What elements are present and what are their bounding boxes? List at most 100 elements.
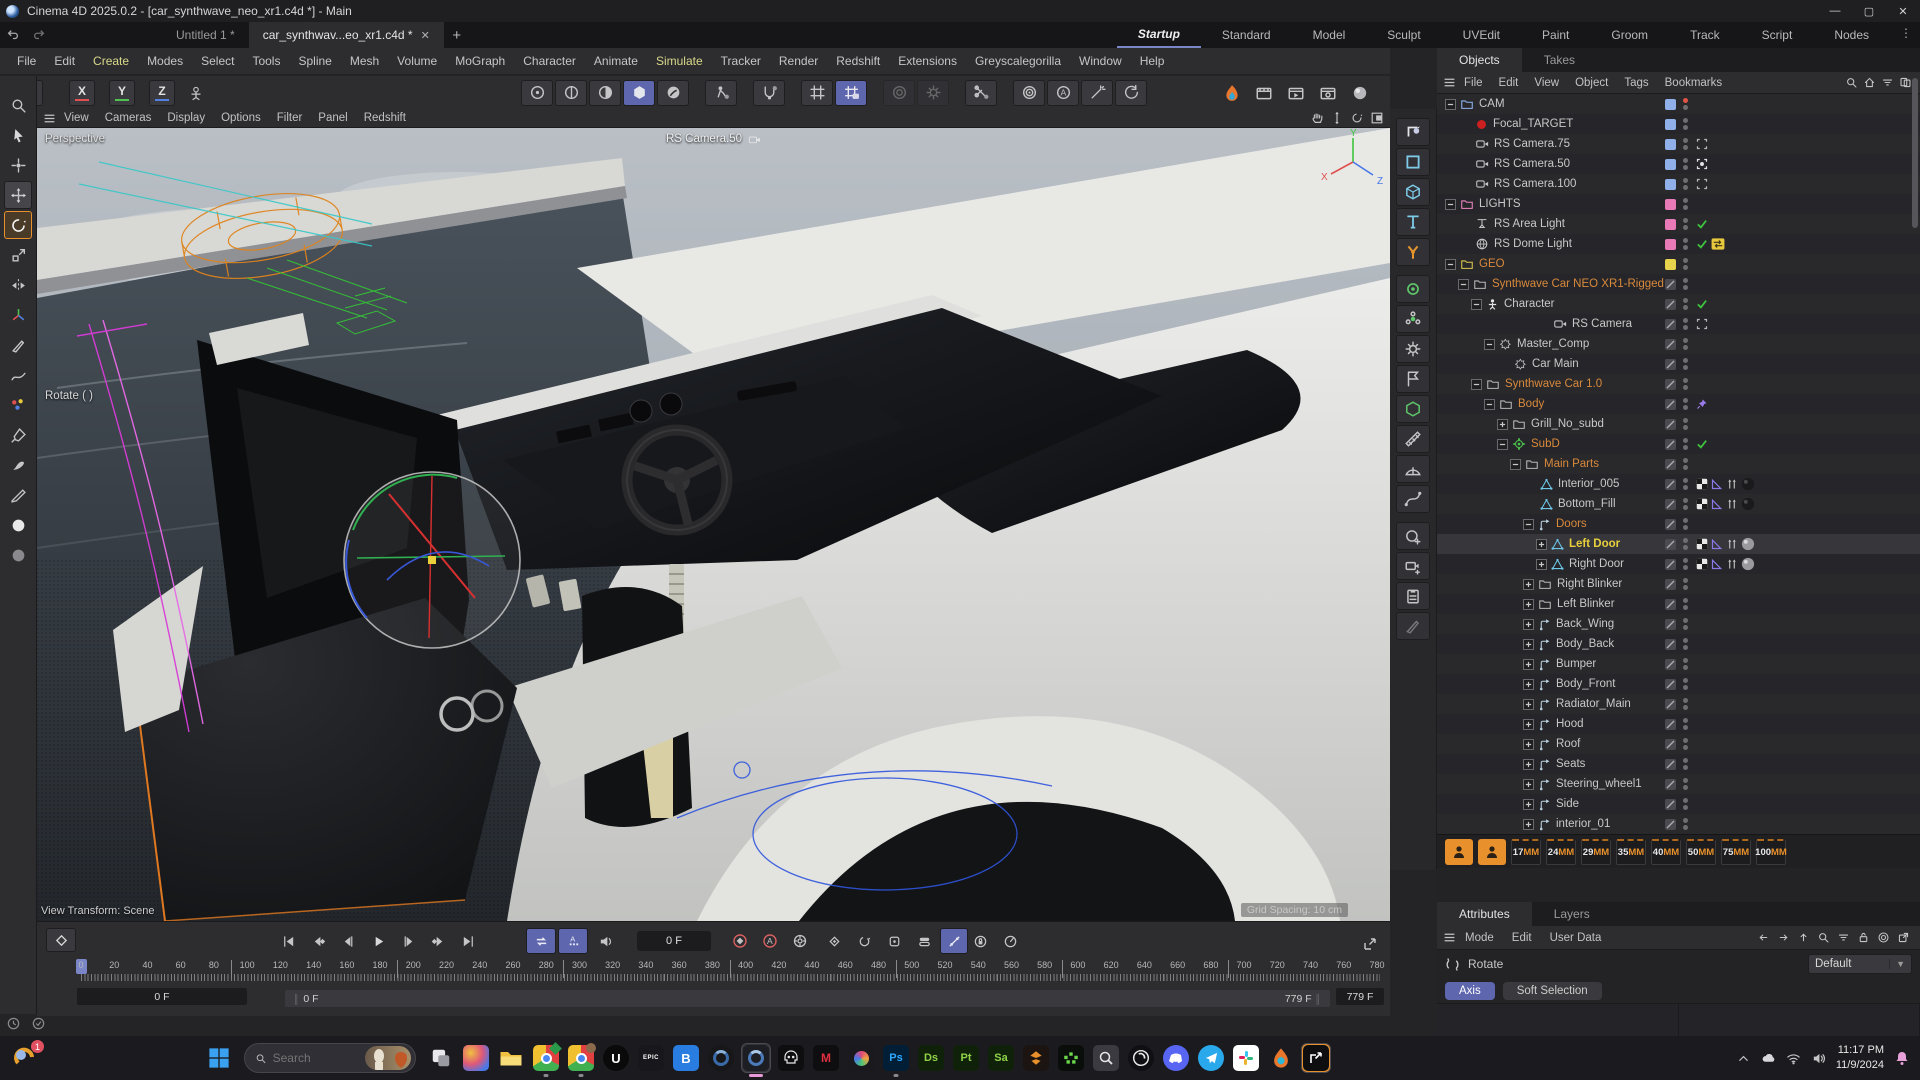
layer-chip[interactable] — [1665, 399, 1676, 410]
axis-lock-y[interactable]: Y — [109, 80, 135, 106]
tree-row[interactable]: Right Door — [1437, 554, 1920, 574]
sketch-tool-icon[interactable] — [4, 361, 32, 389]
visibility-dot-top[interactable] — [1683, 478, 1688, 483]
visibility-dots[interactable] — [1683, 318, 1688, 330]
visibility-dot-top[interactable] — [1683, 738, 1688, 743]
taskbar-app-photoshop[interactable]: Ps — [882, 1044, 910, 1072]
layout-tab-standard[interactable]: Standard — [1201, 22, 1292, 48]
visibility-dot-bottom[interactable] — [1683, 805, 1688, 810]
om-menu-tags[interactable]: Tags — [1616, 77, 1656, 89]
scroll-grip-right[interactable]: ║ — [1315, 994, 1322, 1004]
arrow-up-icon[interactable] — [1797, 931, 1810, 944]
visibility-dots[interactable] — [1683, 98, 1688, 110]
menu-redshift[interactable]: Redshift — [827, 54, 889, 68]
layer-chip[interactable] — [1665, 679, 1676, 690]
vp-menu-cameras[interactable]: Cameras — [97, 112, 160, 124]
reset-arrow-icon[interactable] — [1115, 80, 1147, 106]
hand-icon[interactable] — [1310, 111, 1324, 125]
new-tab-button[interactable]: + — [444, 22, 470, 48]
green-cube-icon[interactable] — [1396, 395, 1430, 423]
visibility-dots[interactable] — [1683, 578, 1688, 590]
visibility-dot-bottom[interactable] — [1683, 585, 1688, 590]
morph-flower-icon[interactable] — [1396, 305, 1430, 333]
redo-button[interactable] — [26, 22, 52, 48]
visibility-dots[interactable] — [1683, 638, 1688, 650]
rot-circle-icon[interactable] — [996, 928, 1024, 954]
sphere_gray-tag-icon[interactable] — [1741, 537, 1755, 551]
check-icon[interactable] — [1696, 298, 1708, 310]
sim-disc-icon[interactable] — [521, 80, 553, 106]
visibility-dot-bottom[interactable] — [1683, 685, 1688, 690]
range-end-field[interactable]: 779 F — [1336, 988, 1384, 1005]
vp-menu-display[interactable]: Display — [159, 112, 213, 124]
camera-add-icon[interactable] — [1396, 552, 1430, 580]
expand-icon[interactable] — [1536, 539, 1547, 550]
menu-render[interactable]: Render — [770, 54, 827, 68]
bell-icon[interactable] — [1894, 1050, 1910, 1066]
tree-row[interactable]: Bottom_Fill — [1437, 494, 1920, 514]
taskbar-app-pixel-app[interactable] — [1057, 1044, 1085, 1072]
sphere-add-icon[interactable] — [1396, 522, 1430, 550]
render-view-icon[interactable] — [1249, 80, 1279, 106]
visibility-dots[interactable] — [1683, 358, 1688, 370]
kf-toggle-icon[interactable] — [910, 928, 938, 954]
popout-icon[interactable] — [1897, 931, 1910, 944]
camera-person-small-icon[interactable] — [1478, 839, 1506, 865]
render-play-icon[interactable] — [1281, 80, 1311, 106]
layer-chip[interactable] — [1665, 459, 1676, 470]
visibility-dot-bottom[interactable] — [1683, 245, 1688, 250]
home-icon[interactable] — [1863, 76, 1876, 89]
layout-tab-nodes[interactable]: Nodes — [1813, 22, 1890, 48]
weather-widget[interactable]: 1 — [10, 1043, 40, 1073]
layer-chip[interactable] — [1665, 219, 1676, 230]
layer-chip[interactable] — [1665, 539, 1676, 550]
tree-row[interactable]: RS Camera.50 — [1437, 154, 1920, 174]
taskbar-app-chrome-2[interactable] — [567, 1044, 595, 1072]
layout-tab-paint[interactable]: Paint — [1521, 22, 1590, 48]
visibility-dots[interactable] — [1683, 258, 1688, 270]
swap-icon[interactable] — [1711, 238, 1725, 250]
taskbar-app-start[interactable] — [205, 1044, 233, 1072]
expand-icon[interactable] — [1523, 619, 1534, 630]
focal-17mm-button[interactable]: 17MM — [1511, 839, 1541, 865]
visibility-dots[interactable] — [1683, 798, 1688, 810]
focal-24mm-button[interactable]: 24MM — [1546, 839, 1576, 865]
menu-modes[interactable]: Modes — [138, 54, 192, 68]
tree-row[interactable]: Hood — [1437, 714, 1920, 734]
visibility-dot-top[interactable] — [1683, 658, 1688, 663]
hamburger-icon[interactable] — [1443, 76, 1456, 89]
menu-greyscalegorilla[interactable]: Greyscalegorilla — [966, 54, 1070, 68]
visibility-dots[interactable] — [1683, 778, 1688, 790]
visibility-dot-top[interactable] — [1683, 218, 1688, 223]
visibility-dot-top[interactable] — [1683, 458, 1688, 463]
attr-menu-mode[interactable]: Mode — [1456, 932, 1503, 944]
skip-start-icon[interactable] — [274, 928, 302, 954]
maximize-button[interactable]: ▢ — [1852, 0, 1886, 22]
layout-tab-uvedit[interactable]: UVEdit — [1442, 22, 1521, 48]
visibility-dot-bottom[interactable] — [1683, 305, 1688, 310]
layer-chip[interactable] — [1665, 339, 1676, 350]
visibility-dot-bottom[interactable] — [1683, 445, 1688, 450]
expand-icon[interactable] — [1523, 779, 1534, 790]
visibility-dot-bottom[interactable] — [1683, 785, 1688, 790]
visibility-dots[interactable] — [1683, 718, 1688, 730]
taskbar-clock[interactable]: 11:17 PM 11/9/2024 — [1836, 1043, 1884, 1073]
expand-icon[interactable] — [1523, 799, 1534, 810]
tree-row[interactable]: Body — [1437, 394, 1920, 414]
maximize-view-icon[interactable] — [1370, 111, 1384, 125]
lock-icon[interactable] — [1857, 931, 1870, 944]
hamburger-icon[interactable] — [1443, 931, 1456, 944]
layout-tab-sculpt[interactable]: Sculpt — [1366, 22, 1441, 48]
taskbar-app-screenshare-active[interactable] — [1302, 1044, 1330, 1072]
taskbar-app-cinema4d[interactable] — [707, 1044, 735, 1072]
menu-tracker[interactable]: Tracker — [712, 54, 770, 68]
option-axis[interactable]: Axis — [1445, 982, 1495, 1000]
loop-icon[interactable] — [526, 928, 556, 954]
tree-row[interactable]: RS Area Light — [1437, 214, 1920, 234]
om-menu-edit[interactable]: Edit — [1491, 77, 1527, 89]
visibility-dot-bottom[interactable] — [1683, 105, 1688, 110]
layout-tab-groom[interactable]: Groom — [1590, 22, 1669, 48]
tree-row[interactable]: Body_Back — [1437, 634, 1920, 654]
collapse-icon[interactable] — [1445, 99, 1456, 110]
record-key-icon[interactable] — [726, 928, 754, 954]
